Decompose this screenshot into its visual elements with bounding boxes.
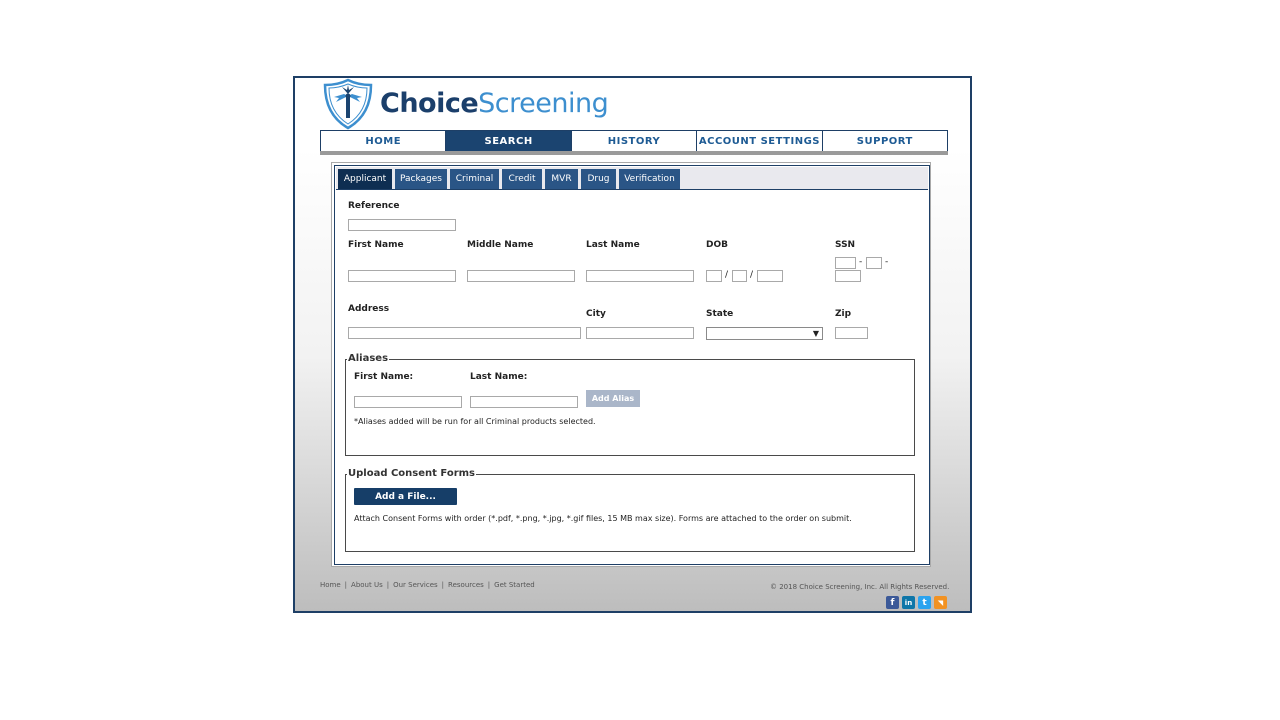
tab-verification[interactable]: Verification xyxy=(619,169,680,189)
dob-day-input[interactable] xyxy=(732,270,747,282)
ssn-label: SSN xyxy=(835,240,856,250)
alias-last-name-input[interactable] xyxy=(470,396,578,408)
ssn-separator: - xyxy=(885,257,889,267)
tab-bar: Applicant Packages Criminal Credit MVR D… xyxy=(336,167,928,190)
copyright-text: © 2018 Choice Screening, Inc. All Rights… xyxy=(770,583,950,591)
logo[interactable]: ChoiceScreening xyxy=(322,78,622,130)
app-window: ChoiceScreening HOME SEARCH HISTORY ACCO… xyxy=(293,76,972,613)
add-alias-button[interactable]: Add Alias xyxy=(586,390,640,407)
address-label: Address xyxy=(348,304,390,314)
search-panel: Applicant Packages Criminal Credit MVR D… xyxy=(331,162,931,567)
ssn-area-input[interactable] xyxy=(835,257,856,269)
footer-separator: | xyxy=(386,581,390,589)
city-input[interactable] xyxy=(586,327,694,339)
tab-drug[interactable]: Drug xyxy=(581,169,616,189)
last-name-label: Last Name xyxy=(586,240,640,250)
footer-link-resources[interactable]: Resources xyxy=(448,581,484,589)
footer-separator: | xyxy=(487,581,491,589)
first-name-input[interactable] xyxy=(348,270,456,282)
consent-note: Attach Consent Forms with order (*.pdf, … xyxy=(354,514,852,523)
footer-separator: | xyxy=(344,581,348,589)
brand-name-bold: Choice xyxy=(380,88,479,119)
rss-icon[interactable]: ◥ xyxy=(934,596,947,609)
zip-label: Zip xyxy=(835,309,852,319)
ssn-group-input[interactable] xyxy=(866,257,882,269)
dob-label: DOB xyxy=(706,240,728,250)
middle-name-label: Middle Name xyxy=(467,240,534,250)
dob-month-input[interactable] xyxy=(706,270,722,282)
aliases-note: *Aliases added will be run for all Crimi… xyxy=(354,417,596,426)
chevron-down-icon: ▼ xyxy=(812,329,819,338)
ssn-serial-input[interactable] xyxy=(835,270,861,282)
address-input[interactable] xyxy=(348,327,581,339)
tab-mvr[interactable]: MVR xyxy=(545,169,578,189)
alias-first-name-input[interactable] xyxy=(354,396,462,408)
nav-home[interactable]: HOME xyxy=(321,131,447,151)
brand-name: ChoiceScreening xyxy=(380,88,609,119)
facebook-icon[interactable]: f xyxy=(886,596,899,609)
zip-input[interactable] xyxy=(835,327,868,339)
search-panel-inner: Applicant Packages Criminal Credit MVR D… xyxy=(334,165,930,565)
add-file-button[interactable]: Add a File... xyxy=(354,488,457,505)
reference-input[interactable] xyxy=(348,219,456,231)
nav-underline xyxy=(320,151,948,155)
last-name-input[interactable] xyxy=(586,270,694,282)
nav-account-settings[interactable]: ACCOUNT SETTINGS xyxy=(697,131,823,151)
tab-applicant[interactable]: Applicant xyxy=(338,169,392,189)
footer-link-about-us[interactable]: About Us xyxy=(351,581,383,589)
shield-logo-icon xyxy=(323,78,373,130)
linkedin-icon[interactable]: in xyxy=(902,596,915,609)
consent-fieldset xyxy=(345,474,915,552)
first-name-label: First Name xyxy=(348,240,404,250)
middle-name-input[interactable] xyxy=(467,270,575,282)
nav-search[interactable]: SEARCH xyxy=(446,131,572,151)
tab-credit[interactable]: Credit xyxy=(502,169,542,189)
footer-link-our-services[interactable]: Our Services xyxy=(393,581,438,589)
aliases-legend: Aliases xyxy=(347,353,390,364)
nav-support[interactable]: SUPPORT xyxy=(823,131,947,151)
dob-separator: / xyxy=(725,270,729,280)
dob-year-input[interactable] xyxy=(757,270,783,282)
tab-packages[interactable]: Packages xyxy=(395,169,447,189)
footer-separator: | xyxy=(441,581,445,589)
brand-name-light: Screening xyxy=(478,88,609,119)
tab-criminal[interactable]: Criminal xyxy=(450,169,499,189)
twitter-icon[interactable]: t xyxy=(918,596,931,609)
alias-first-name-label: First Name: xyxy=(354,372,414,382)
footer-link-get-started[interactable]: Get Started xyxy=(494,581,535,589)
nav-history[interactable]: HISTORY xyxy=(572,131,698,151)
main-nav: HOME SEARCH HISTORY ACCOUNT SETTINGS SUP… xyxy=(320,130,948,152)
footer-links: Home | About Us | Our Services | Resources | Get… xyxy=(320,581,535,589)
state-select[interactable]: ▼ xyxy=(706,327,823,340)
state-label: State xyxy=(706,309,734,319)
footer-link-home[interactable]: Home xyxy=(320,581,341,589)
reference-label: Reference xyxy=(348,201,400,211)
ssn-separator: - xyxy=(859,257,863,267)
city-label: City xyxy=(586,309,606,319)
alias-last-name-label: Last Name: xyxy=(470,372,528,382)
dob-separator: / xyxy=(750,270,754,280)
consent-legend: Upload Consent Forms xyxy=(347,468,477,479)
